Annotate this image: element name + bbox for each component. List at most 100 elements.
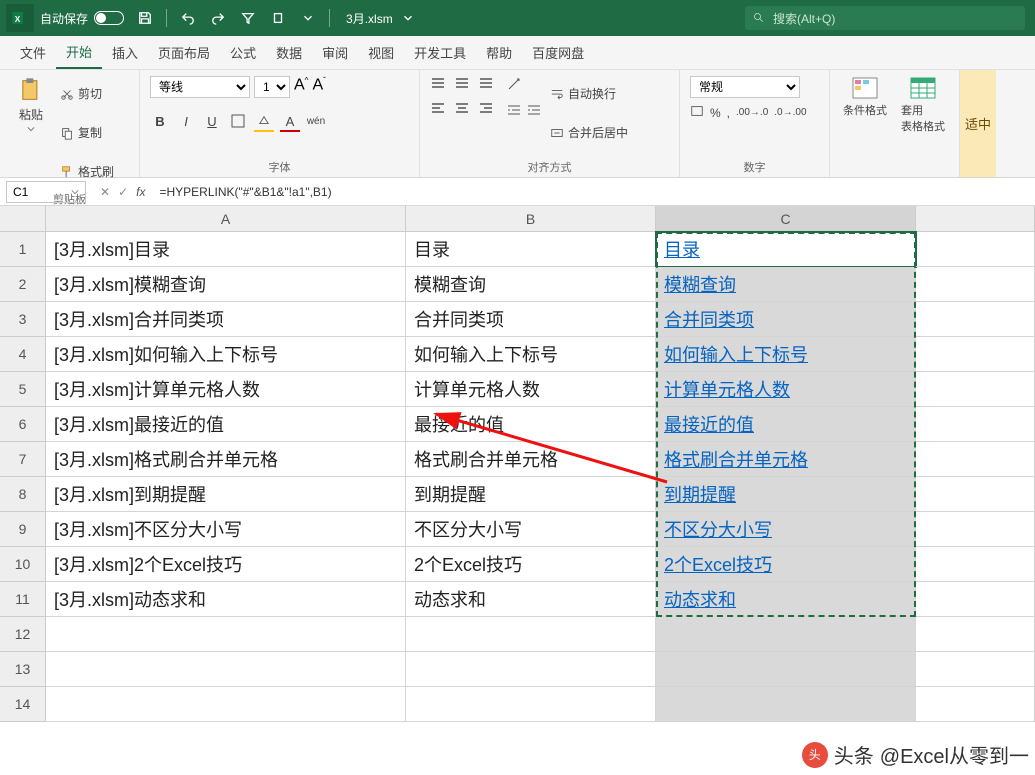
row-header[interactable]: 8 [0,477,46,512]
decrease-indent-button[interactable] [506,103,522,124]
align-top-button[interactable] [430,76,450,97]
phonetic-button[interactable]: wén [306,112,326,132]
undo-button[interactable] [175,5,201,31]
autosave-toggle[interactable]: 自动保存 [40,10,124,27]
copy-button[interactable]: 复制 [60,115,114,150]
cell-hyperlink[interactable]: 最接近的值 [656,407,916,442]
percent-button[interactable]: % [710,106,721,120]
col-header-a[interactable]: A [46,206,406,231]
row-header[interactable]: 4 [0,337,46,372]
cell-hyperlink[interactable]: 动态求和 [656,582,916,617]
tab-data[interactable]: 数据 [266,36,312,69]
filter-button[interactable] [235,5,261,31]
cell[interactable]: [3月.xlsm]如何输入上下标号 [46,337,406,372]
filename-dropdown[interactable] [395,5,421,31]
search-box[interactable]: 搜索(Alt+Q) [745,6,1025,30]
cell[interactable] [916,477,1035,512]
cell[interactable] [406,687,656,722]
cell[interactable] [916,407,1035,442]
cell[interactable] [46,617,406,652]
font-size-select[interactable]: 11 [254,76,290,98]
cut-button[interactable]: 剪切 [60,76,114,111]
row-header[interactable]: 5 [0,372,46,407]
cell[interactable] [916,512,1035,547]
enter-formula-button[interactable]: ✓ [118,185,128,199]
row-header[interactable]: 10 [0,547,46,582]
italic-button[interactable]: I [176,112,196,132]
cell-style-moderate[interactable]: 适中 [960,70,996,177]
cell-hyperlink[interactable]: 计算单元格人数 [656,372,916,407]
border-button[interactable] [228,112,248,132]
worksheet[interactable]: A B C 1[3月.xlsm]目录目录目录2[3月.xlsm]模糊查询模糊查询… [0,206,1035,775]
row-header[interactable]: 12 [0,617,46,652]
cell-hyperlink[interactable]: 模糊查询 [656,267,916,302]
align-bottom-button[interactable] [478,76,498,97]
row-header[interactable]: 9 [0,512,46,547]
cell[interactable]: [3月.xlsm]格式刷合并单元格 [46,442,406,477]
cell[interactable] [916,232,1035,267]
tab-insert[interactable]: 插入 [102,36,148,69]
cell[interactable]: 不区分大小写 [406,512,656,547]
cell[interactable]: 到期提醒 [406,477,656,512]
comma-button[interactable]: , [727,106,730,120]
cell[interactable] [916,337,1035,372]
tab-formulas[interactable]: 公式 [220,36,266,69]
cell[interactable]: 合并同类项 [406,302,656,337]
align-right-button[interactable] [478,101,498,122]
cell[interactable]: [3月.xlsm]最接近的值 [46,407,406,442]
decrease-font-button[interactable]: Aˇ [312,76,325,98]
cell[interactable]: [3月.xlsm]2个Excel技巧 [46,547,406,582]
cell[interactable] [406,652,656,687]
paste-button[interactable]: 粘贴 [10,76,52,133]
row-header[interactable]: 3 [0,302,46,337]
cell[interactable]: 目录 [406,232,656,267]
row-header[interactable]: 14 [0,687,46,722]
cell[interactable] [916,267,1035,302]
tab-review[interactable]: 审阅 [312,36,358,69]
tab-file[interactable]: 文件 [10,36,56,69]
cell-hyperlink[interactable]: 合并同类项 [656,302,916,337]
cell[interactable]: 动态求和 [406,582,656,617]
cell[interactable] [46,687,406,722]
tab-page-layout[interactable]: 页面布局 [148,36,220,69]
fx-icon[interactable]: fx [136,185,153,199]
customize-qat-button[interactable] [295,5,321,31]
cell-hyperlink[interactable] [656,687,916,722]
decrease-decimal-button[interactable]: .0→.00 [774,107,806,118]
increase-indent-button[interactable] [526,103,542,124]
touch-mode-button[interactable] [265,5,291,31]
cell[interactable]: [3月.xlsm]目录 [46,232,406,267]
underline-button[interactable]: U [202,112,222,132]
cell-hyperlink[interactable] [656,652,916,687]
cell[interactable] [916,617,1035,652]
row-header[interactable]: 11 [0,582,46,617]
tab-developer[interactable]: 开发工具 [404,36,476,69]
select-all-corner[interactable] [0,206,46,231]
orientation-button[interactable] [506,76,542,97]
name-box[interactable]: C1 [6,181,86,203]
cell[interactable]: [3月.xlsm]计算单元格人数 [46,372,406,407]
cell[interactable] [46,652,406,687]
row-header[interactable]: 1 [0,232,46,267]
tab-view[interactable]: 视图 [358,36,404,69]
cell[interactable]: [3月.xlsm]模糊查询 [46,267,406,302]
cell[interactable]: [3月.xlsm]合并同类项 [46,302,406,337]
cell[interactable]: [3月.xlsm]到期提醒 [46,477,406,512]
accounting-format-button[interactable] [690,104,704,121]
cell[interactable]: 2个Excel技巧 [406,547,656,582]
cell[interactable] [916,547,1035,582]
cell[interactable]: 计算单元格人数 [406,372,656,407]
cell[interactable] [406,617,656,652]
font-color-button[interactable]: A [280,112,300,132]
cell-hyperlink[interactable]: 2个Excel技巧 [656,547,916,582]
cancel-formula-button[interactable]: ✕ [100,185,110,199]
row-header[interactable]: 7 [0,442,46,477]
fill-color-button[interactable] [254,112,274,132]
cell[interactable] [916,442,1035,477]
tab-baidu[interactable]: 百度网盘 [522,36,594,69]
increase-font-button[interactable]: A^ [294,76,308,98]
formula-input[interactable]: =HYPERLINK("#"&B1&"!a1",B1) [153,185,1035,199]
cell[interactable] [916,687,1035,722]
cell[interactable]: [3月.xlsm]动态求和 [46,582,406,617]
cell-hyperlink[interactable]: 如何输入上下标号 [656,337,916,372]
